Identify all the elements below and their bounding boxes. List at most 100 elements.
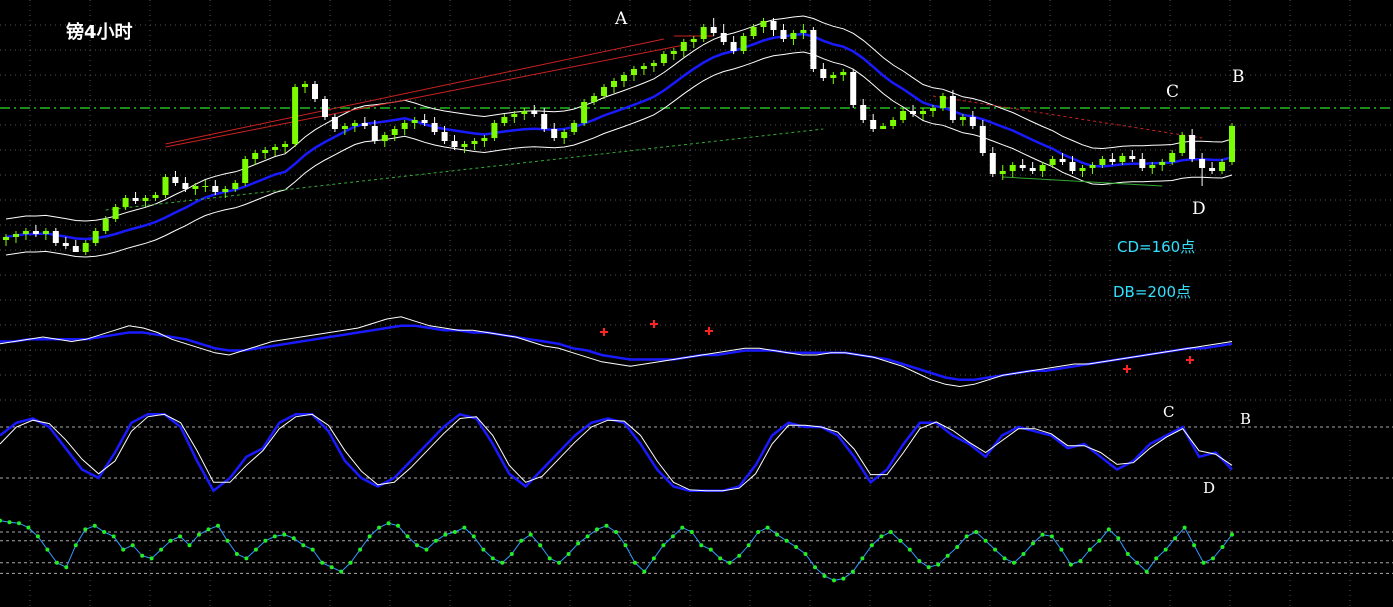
dot-osc-point: [291, 536, 296, 541]
candle-body: [421, 120, 428, 123]
dot-osc-point: [159, 547, 164, 552]
candle-body: [780, 30, 787, 39]
dot-osc-point: [557, 560, 562, 565]
candle-body: [491, 123, 498, 138]
candle-body: [700, 27, 707, 39]
candle-body: [860, 105, 867, 120]
dot-osc-line: [0, 520, 1233, 581]
stochastic-panel: [0, 412, 1393, 493]
candle-body: [670, 51, 677, 54]
candle-body: [770, 21, 777, 30]
dot-osc-point: [803, 552, 808, 556]
dot-osc-point: [253, 547, 258, 552]
candle-body: [840, 72, 847, 75]
candle-body: [830, 75, 837, 78]
cd-distance-label: CD=160点: [1117, 238, 1195, 256]
dot-osc-point: [509, 552, 514, 556]
candle-body: [32, 231, 39, 234]
dot-osc-point: [1106, 527, 1111, 532]
label-a: A: [614, 9, 628, 29]
candle-body: [1109, 159, 1116, 162]
dot-oscillator-panel: [0, 518, 1393, 583]
dot-osc-point: [0, 518, 2, 523]
dot-osc-point: [149, 556, 154, 561]
candle-body: [331, 117, 338, 129]
stoch-d-line: [0, 413, 1233, 492]
candle-body: [939, 96, 946, 108]
dot-osc-point: [168, 538, 173, 543]
dot-osc-point: [832, 578, 836, 583]
dot-osc-point: [83, 527, 88, 532]
label-d: D: [1192, 199, 1206, 219]
dot-osc-point: [490, 556, 495, 561]
candle-body: [900, 111, 907, 120]
candle-body: [1019, 165, 1026, 168]
dot-osc-point: [708, 547, 713, 552]
forex-chart: 镑4小时 A B C D CD=160点 DB=200点 C B D: [0, 0, 1393, 607]
dot-osc-point: [547, 556, 552, 561]
candle-body: [1119, 156, 1126, 162]
candle-body: [3, 237, 9, 240]
dot-osc-point: [1040, 532, 1045, 537]
dot-osc-point: [1002, 556, 1007, 561]
dot-osc-point: [670, 534, 675, 539]
dot-osc-point: [433, 538, 438, 543]
candle-body: [650, 63, 657, 66]
candle-body: [391, 129, 398, 135]
candle-body: [1199, 159, 1206, 168]
candle-body: [461, 144, 468, 147]
dot-osc-point: [1135, 560, 1140, 565]
dot-osc-point: [614, 530, 618, 534]
dot-osc-point: [272, 534, 277, 539]
dot-osc-point: [102, 530, 107, 534]
dot-osc-point: [737, 553, 742, 558]
candle-body: [810, 30, 817, 69]
dot-osc-point: [756, 530, 761, 534]
dot-osc-point: [462, 525, 467, 530]
dot-osc-point: [794, 545, 799, 549]
dot-osc-point: [1230, 532, 1234, 537]
dot-osc-point: [1078, 559, 1083, 563]
stoch-k-line: [0, 412, 1233, 493]
candle-body: [581, 102, 588, 123]
dot-osc-point: [936, 562, 941, 567]
candle-body: [162, 177, 169, 195]
candle-body: [92, 231, 99, 243]
dot-osc-point: [538, 543, 543, 548]
dot-osc-point: [964, 534, 969, 539]
candle-body: [660, 54, 667, 63]
dot-osc-point: [1087, 547, 1092, 552]
candle-body: [710, 27, 717, 33]
dot-osc-point: [926, 565, 931, 570]
dot-osc-point: [320, 560, 325, 565]
candle-body: [142, 198, 149, 201]
dot-osc-point: [727, 560, 732, 565]
label-c: C: [1166, 82, 1179, 102]
label-b: B: [1232, 67, 1245, 87]
candle-body: [1169, 153, 1176, 162]
dot-osc-point: [45, 547, 50, 552]
dot-osc-point: [121, 547, 126, 552]
candle-body: [1059, 159, 1066, 162]
dot-osc-point: [983, 538, 988, 543]
dot-osc-point: [1116, 536, 1121, 541]
dot-osc-point: [73, 543, 78, 548]
dot-osc-point: [263, 538, 268, 543]
dot-osc-point: [974, 530, 979, 534]
candle-body: [989, 153, 996, 174]
candle-body: [571, 123, 578, 132]
dot-osc-point: [358, 547, 363, 552]
dot-osc-point: [111, 534, 116, 539]
candle-body: [1219, 162, 1225, 171]
candle-body: [1049, 159, 1056, 165]
candle-body: [1089, 165, 1096, 168]
candle-body: [312, 84, 318, 99]
dot-osc-point: [130, 543, 135, 548]
candle-body: [920, 111, 926, 114]
candle-body: [1099, 159, 1106, 165]
candle-body: [451, 141, 458, 147]
candle-body: [1149, 165, 1156, 168]
dot-osc-point: [651, 556, 656, 561]
dot-osc-point: [187, 543, 192, 548]
candle-body: [591, 96, 598, 102]
